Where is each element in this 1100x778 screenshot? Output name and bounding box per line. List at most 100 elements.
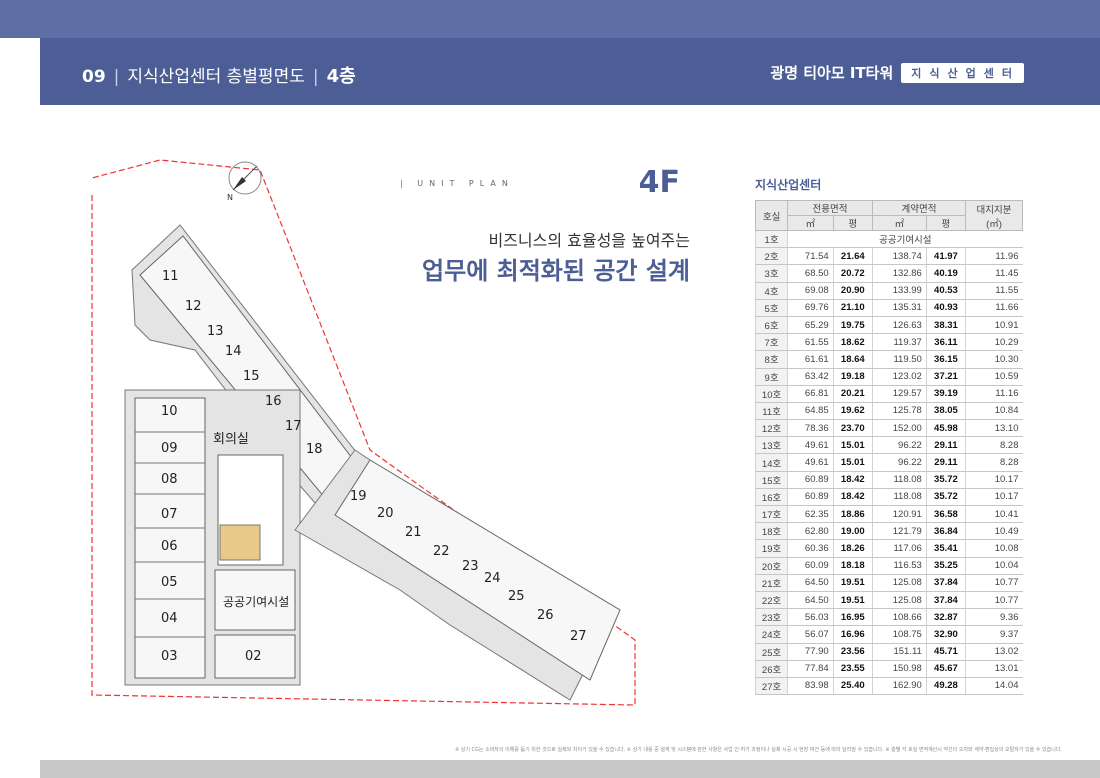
table-cell: 68.50	[787, 264, 834, 283]
brand-block: 광명 티아모 IT타워 지식산업센터	[770, 62, 1024, 83]
table-cell: 29.11	[925, 453, 966, 472]
public-facility-label: 공공기여시설	[223, 595, 289, 609]
table-cell: 11.55	[965, 282, 1023, 300]
table-cell: 18.42	[832, 471, 873, 489]
table-cell: 17호	[754, 505, 788, 524]
table-cell: 11.45	[965, 264, 1023, 283]
table-cell: 162.90	[871, 677, 927, 696]
table-cell: 35.25	[925, 557, 966, 575]
table-cell: 8.28	[965, 436, 1023, 455]
th-land: 대지지분 (㎡)	[965, 200, 1023, 231]
table-cell: 13.01	[965, 660, 1023, 678]
table-row: 8호 61.61 18.64 119.50 36.15 10.30	[754, 350, 1023, 369]
note-cell: 공공기여시설	[787, 230, 1023, 249]
table-cell: 120.91	[871, 505, 927, 524]
table-cell: 41.97	[925, 247, 966, 266]
unit-plan-label: | UNIT PLAN	[400, 179, 514, 188]
table-cell: 96.22	[871, 453, 927, 472]
unit-label: 14	[225, 344, 242, 359]
table-cell: 18.26	[832, 539, 873, 558]
table-cell: 83.98	[787, 677, 834, 696]
table-cell: 20.72	[832, 264, 873, 283]
table-cell: 35.72	[925, 471, 966, 489]
table-cell: 56.07	[787, 625, 834, 644]
unit-label: 05	[161, 575, 178, 590]
table-cell: 9.37	[965, 625, 1023, 644]
table-cell: 135.31	[871, 299, 927, 317]
brand-badge: 지식산업센터	[901, 62, 1024, 83]
unit-label: 04	[161, 611, 178, 626]
unit-label: 23	[462, 559, 479, 574]
table-cell: 40.53	[925, 282, 966, 300]
table-cell: 18.18	[832, 557, 873, 575]
svg-text:N: N	[227, 193, 233, 202]
table-cell: 19.51	[832, 591, 873, 610]
unit-label: 15	[243, 369, 260, 384]
table-cell: 71.54	[787, 247, 834, 266]
meeting-room-label: 회의실	[213, 432, 249, 447]
table-cell: 8.28	[965, 453, 1023, 472]
th-unit: 호실	[754, 200, 789, 231]
unit-label: 16	[265, 394, 282, 409]
table-cell: 18호	[754, 522, 788, 541]
table-cell: 65.29	[787, 316, 834, 335]
unit-label: 08	[161, 472, 178, 487]
table-cell: 77.90	[787, 643, 834, 661]
table-cell: 23호	[754, 608, 788, 627]
table-cell: 138.74	[871, 247, 927, 266]
table-cell: 13.10	[965, 419, 1023, 438]
table-cell: 7호	[754, 333, 788, 352]
unit-label: 06	[161, 539, 178, 554]
footer-bar	[40, 760, 1100, 778]
table-cell: 14.04	[965, 677, 1023, 696]
table-cell: 35.72	[925, 488, 966, 507]
table-row: 13호 49.61 15.01 96.22 29.11 8.28	[754, 436, 1023, 455]
unit-label: 27	[570, 629, 587, 644]
table-cell: 45.98	[925, 419, 966, 438]
table-cell: 64.50	[787, 574, 834, 592]
unit-label: 07	[161, 507, 178, 522]
table-cell: 49.28	[925, 677, 966, 696]
table-cell: 40.93	[925, 299, 966, 317]
top-band	[0, 0, 1100, 38]
table-cell: 19.51	[832, 574, 873, 592]
unit-label: 19	[350, 489, 367, 504]
th-pyeong: 평	[925, 215, 967, 231]
table-cell: 20.90	[832, 282, 873, 300]
table-cell: 150.98	[871, 660, 927, 678]
table-cell: 32.87	[925, 608, 966, 627]
headline: 업무에 최적화된 공간 설계	[422, 257, 690, 285]
table-cell: 5호	[754, 299, 788, 317]
table-cell: 60.36	[787, 539, 834, 558]
table-row: 27호 83.98 25.40 162.90 49.28 14.04	[754, 677, 1023, 696]
unit-label: 24	[484, 571, 501, 586]
table-row: 21호 64.50 19.51 125.08 37.84 10.77	[754, 574, 1023, 592]
table-cell: 45.67	[925, 660, 966, 678]
table-cell: 20호	[754, 557, 788, 575]
page-header: 09 | 지식산업센터 층별평면도 | 4층 광명 티아모 IT타워 지식산업센터	[40, 38, 1100, 105]
section-number: 09	[82, 67, 106, 87]
table-cell: 16.95	[832, 608, 873, 627]
table-cell: 118.08	[871, 471, 927, 489]
table-cell: 20.21	[832, 385, 873, 403]
table-cell: 10.17	[965, 488, 1023, 507]
table-cell: 36.15	[925, 350, 966, 369]
table-row: 5호 69.76 21.10 135.31 40.93 11.66	[754, 299, 1023, 317]
floor-label: 4층	[326, 66, 356, 87]
brand-name: 광명 티아모 IT타워	[770, 64, 894, 82]
stair	[219, 524, 261, 561]
table-cell: 10.84	[965, 402, 1023, 421]
section-title: 지식산업센터 층별평면도	[127, 67, 305, 87]
unit-label: 22	[433, 544, 450, 559]
table-cell: 14호	[754, 453, 788, 472]
unit-label: 26	[537, 608, 554, 623]
table-cell: 12호	[754, 419, 788, 438]
table-cell: 151.11	[871, 643, 927, 661]
table-cell: 60.89	[787, 488, 834, 507]
table-cell: 78.36	[787, 419, 834, 438]
table-cell: 40.19	[925, 264, 966, 283]
table-row: 26호 77.84 23.55 150.98 45.67 13.01	[754, 660, 1023, 678]
table-row: 22호 64.50 19.51 125.08 37.84 10.77	[754, 591, 1023, 610]
th-exclusive: 전용면적	[787, 200, 873, 216]
table-cell: 19호	[754, 539, 788, 558]
